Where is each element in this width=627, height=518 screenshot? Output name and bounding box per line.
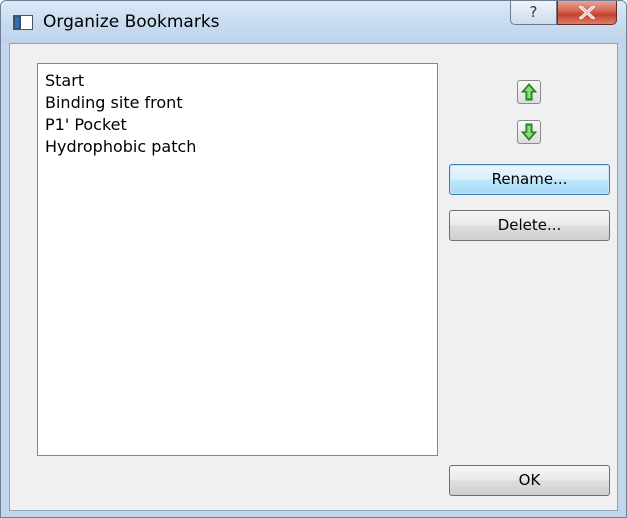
- ok-button[interactable]: OK: [449, 465, 610, 496]
- move-up-button[interactable]: [517, 80, 541, 104]
- close-button[interactable]: [557, 1, 617, 25]
- bookmark-item-start[interactable]: Start: [45, 71, 84, 90]
- help-button[interactable]: ?: [510, 1, 557, 25]
- bookmark-list[interactable]: Start Binding site front P1' Pocket Hydr…: [37, 63, 438, 456]
- down-arrow-icon: [521, 123, 537, 141]
- move-down-button[interactable]: [517, 120, 541, 144]
- rename-button[interactable]: Rename...: [449, 164, 610, 195]
- organize-bookmarks-dialog: Organize Bookmarks ? Start Binding site …: [0, 0, 627, 518]
- title-bar[interactable]: Organize Bookmarks ?: [1, 1, 626, 43]
- bookmark-item-hydrophobic-patch[interactable]: Hydrophobic patch: [45, 137, 196, 156]
- bookmark-item-p1-pocket[interactable]: P1' Pocket: [45, 115, 127, 134]
- close-icon: [578, 4, 596, 21]
- window-title: Organize Bookmarks: [43, 12, 220, 32]
- dialog-body: Start Binding site front P1' Pocket Hydr…: [9, 43, 618, 511]
- bookmark-item-binding-site-front[interactable]: Binding site front: [45, 93, 183, 112]
- window-icon: [13, 15, 33, 30]
- up-arrow-icon: [521, 83, 537, 101]
- delete-button[interactable]: Delete...: [449, 210, 610, 241]
